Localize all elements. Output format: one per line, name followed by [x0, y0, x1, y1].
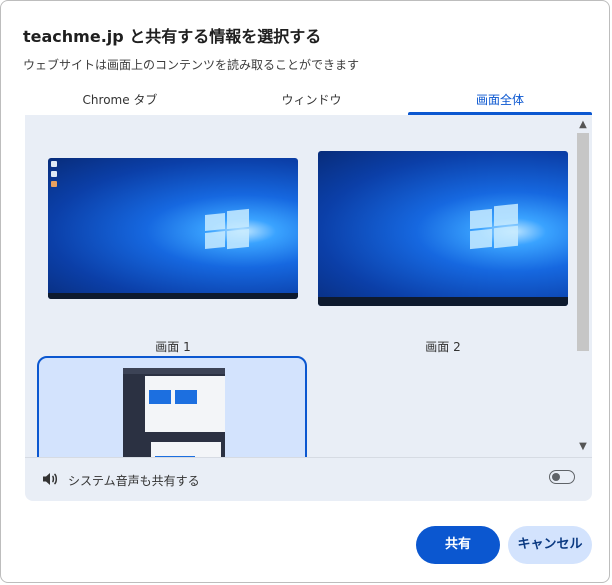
tab-entire-screen[interactable]: 画面全体	[408, 87, 592, 115]
screen-3-card-selected[interactable]	[37, 356, 307, 457]
dialog-title: teachme.jp と共有する情報を選択する	[23, 27, 322, 46]
share-button[interactable]: 共有	[416, 526, 500, 564]
source-panel: 画面 1 画面 2 ▲ ▼ システム音声も共有する	[25, 115, 592, 501]
cancel-button[interactable]: キャンセル	[508, 526, 592, 564]
windows-logo-icon	[205, 208, 249, 250]
screen-3-thumbnail	[123, 368, 225, 457]
system-audio-label: システム音声も共有する	[68, 474, 200, 488]
vertical-scrollbar[interactable]: ▲ ▼	[574, 115, 592, 457]
toggle-knob	[552, 473, 560, 481]
taskbar	[318, 297, 568, 306]
taskbar	[48, 293, 298, 299]
scrollbar-thumb[interactable]	[577, 133, 589, 351]
scroll-up-icon[interactable]: ▲	[577, 119, 589, 131]
share-screen-dialog: teachme.jp と共有する情報を選択する ウェブサイトは画面上のコンテンツ…	[0, 0, 610, 583]
source-tabs: Chrome タブ ウィンドウ 画面全体	[25, 87, 592, 116]
desktop-icons	[51, 161, 57, 187]
screen-1-label: 画面 1	[155, 340, 191, 354]
system-audio-row: システム音声も共有する	[25, 457, 592, 501]
system-audio-toggle[interactable]	[549, 470, 575, 484]
screen-list[interactable]: 画面 1 画面 2	[25, 115, 574, 457]
screen-1-thumbnail[interactable]	[48, 158, 298, 299]
screen-2-thumbnail[interactable]	[318, 151, 568, 306]
windows-logo-icon	[470, 203, 518, 250]
tab-window[interactable]: ウィンドウ	[215, 87, 408, 114]
dialog-subtitle: ウェブサイトは画面上のコンテンツを読み取ることができます	[23, 58, 360, 72]
screen-2-label: 画面 2	[425, 340, 461, 354]
tab-chrome-tab[interactable]: Chrome タブ	[25, 87, 215, 114]
tab-entire-screen-label: 画面全体	[475, 93, 524, 107]
speaker-icon	[43, 473, 58, 485]
scroll-down-icon[interactable]: ▼	[577, 441, 589, 453]
